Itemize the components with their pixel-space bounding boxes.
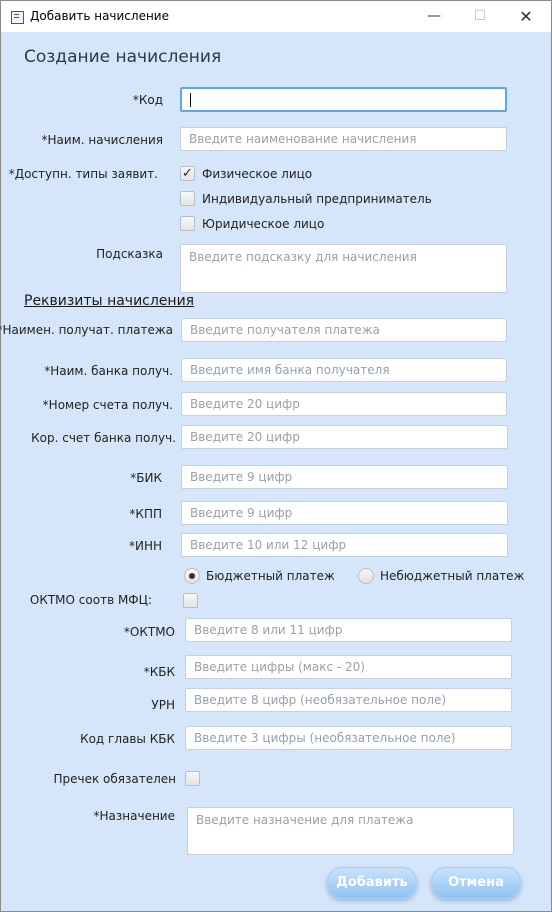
oktmo-mfc-checkbox[interactable] xyxy=(183,593,198,608)
recipient-label: *Наимен. получат. платежа xyxy=(0,323,173,337)
account-label: *Номер счета получ. xyxy=(42,398,173,412)
inn-input[interactable]: Введите 10 или 12 цифр xyxy=(181,533,508,557)
corr-account-label: Кор. счет банка получ. xyxy=(31,431,176,445)
bank-name-label: *Наим. банка получ. xyxy=(44,364,173,378)
urn-input[interactable]: Введите 8 цифр (необязательное поле) xyxy=(185,688,512,712)
bik-input[interactable]: Введите 9 цифр xyxy=(181,465,508,489)
window-title: Добавить начисление xyxy=(30,9,169,23)
hint-textarea[interactable]: Введите подсказку для начисления xyxy=(180,244,507,293)
account-input[interactable]: Введите 20 цифр xyxy=(181,392,507,416)
recipient-input[interactable]: Введите получателя платежа xyxy=(181,318,507,342)
minimize-button[interactable]: — xyxy=(411,1,457,32)
name-input[interactable]: Введите наименование начисления xyxy=(180,127,507,151)
purpose-label: *Назначение xyxy=(93,809,175,823)
title-bar: Добавить начисление — ☐ ✕ xyxy=(1,1,551,32)
requisites-section-title: Реквизиты начисления xyxy=(24,293,195,309)
entrepreneur-label[interactable]: Индивидуальный предприниматель xyxy=(202,192,432,206)
maximize-button[interactable]: ☐ xyxy=(457,1,503,32)
code-input[interactable] xyxy=(180,87,507,112)
text-caret xyxy=(190,92,191,107)
budget-payment-radio[interactable] xyxy=(184,568,200,584)
kbk-head-label: Код главы КБК xyxy=(80,732,175,746)
non-budget-payment-label[interactable]: Небюджетный платеж xyxy=(380,569,524,583)
kpp-label: *КПП xyxy=(129,507,162,521)
inn-label: *ИНН xyxy=(128,539,162,553)
bank-name-input[interactable]: Введите имя банка получателя xyxy=(181,358,507,382)
hint-label: Подсказка xyxy=(96,247,163,261)
kbk-input[interactable]: Введите цифры (макс - 20) xyxy=(185,655,512,679)
cancel-button[interactable]: Отмена xyxy=(431,867,521,899)
non-budget-payment-radio[interactable] xyxy=(358,568,374,584)
urn-label: УРН xyxy=(151,698,175,712)
dialog-window: Добавить начисление — ☐ ✕ Создание начис… xyxy=(0,0,552,912)
form-heading: Создание начисления xyxy=(24,47,222,67)
oktmo-input[interactable]: Введите 8 или 11 цифр xyxy=(185,618,512,642)
close-button[interactable]: ✕ xyxy=(503,1,549,32)
kbk-head-input[interactable]: Введите 3 цифры (необязательное поле) xyxy=(185,726,512,750)
kpp-input[interactable]: Введите 9 цифр xyxy=(181,501,508,525)
bik-label: *БИК xyxy=(130,471,162,485)
oktmo-mfc-label: ОКТМО соотв МФЦ: xyxy=(29,593,152,607)
add-button[interactable]: Добавить xyxy=(327,867,417,899)
individual-checkbox[interactable]: ✓ xyxy=(180,166,195,181)
purpose-textarea[interactable]: Введите назначение для платежа xyxy=(187,807,514,855)
legal-entity-label[interactable]: Юридическое лицо xyxy=(202,217,324,231)
individual-label[interactable]: Физическое лицо xyxy=(202,167,312,181)
oktmo-label: *ОКТМО xyxy=(123,625,175,639)
applicant-types-label: *Доступн. типы заявит. xyxy=(8,167,158,181)
corr-account-input[interactable]: Введите 20 цифр xyxy=(181,425,508,449)
kbk-label: *КБК xyxy=(143,665,175,679)
legal-entity-checkbox[interactable] xyxy=(180,216,195,231)
precheck-label: Пречек обязателен xyxy=(53,772,176,786)
name-label: *Наим. начисления xyxy=(41,133,163,147)
code-label: *Код xyxy=(132,93,163,107)
budget-payment-label[interactable]: Бюджетный платеж xyxy=(206,569,335,583)
precheck-checkbox[interactable] xyxy=(185,771,200,786)
entrepreneur-checkbox[interactable] xyxy=(180,191,195,206)
app-icon xyxy=(11,11,24,24)
